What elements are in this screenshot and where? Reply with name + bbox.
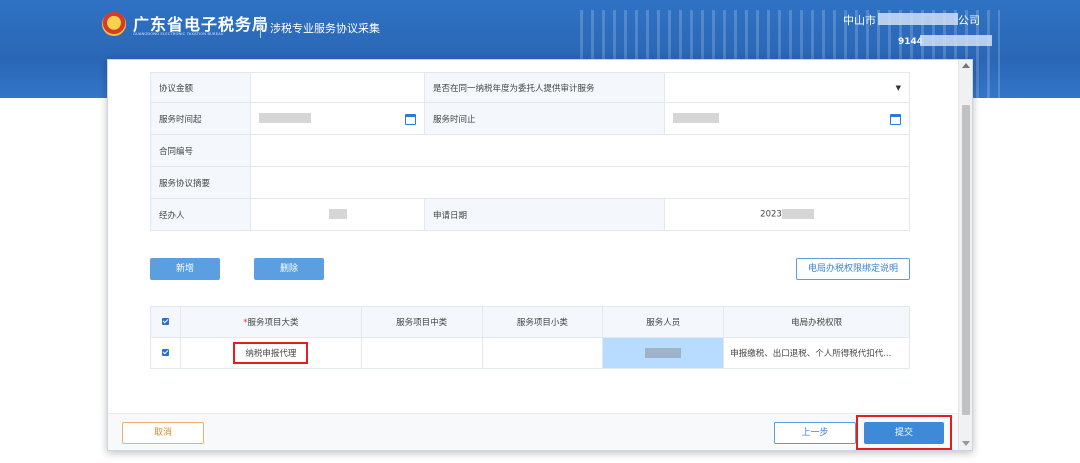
- audit-service-select[interactable]: ▼: [664, 72, 910, 103]
- amount-label: 协议金额: [150, 72, 251, 103]
- end-date-input[interactable]: [664, 102, 910, 135]
- brand-subtitle: GUANGDONG ELECTRONIC TAXATION BUREAU: [133, 32, 224, 36]
- dialog-footer: 取消 上一步 提交: [108, 413, 958, 450]
- apply-date-redaction: [781, 209, 814, 220]
- scroll-down-icon[interactable]: [962, 441, 970, 446]
- company-suffix: 公司: [958, 14, 980, 27]
- contract-no-label: 合同编号: [150, 134, 251, 167]
- add-button[interactable]: 新增: [150, 258, 220, 280]
- tax-id-redaction: [920, 35, 992, 46]
- contract-no-input[interactable]: [250, 134, 910, 167]
- scroll-up-icon[interactable]: [962, 63, 970, 68]
- middle-header: 服务项目中类: [360, 306, 483, 338]
- agreement-form: 协议金额 是否在同一纳税年度为委托人提供审计服务 ▼ 服务时间起 服务时间止 合…: [150, 72, 910, 231]
- handler-value: [250, 198, 425, 231]
- row-category-cell[interactable]: 纳税申报代理: [179, 337, 362, 369]
- company-prefix: 中山市: [843, 14, 876, 27]
- audit-service-label: 是否在同一纳税年度为委托人提供审计服务: [424, 72, 665, 103]
- handler-label: 经办人: [150, 198, 251, 231]
- row-permission-cell: 申报缴税、出口退税、个人所得税代扣代...: [723, 337, 910, 369]
- summary-input[interactable]: [250, 166, 910, 199]
- cancel-button[interactable]: 取消: [122, 422, 204, 444]
- tax-bureau-logo-icon: [102, 12, 126, 36]
- dialog-scrollbar[interactable]: [958, 60, 972, 450]
- permission-help-button[interactable]: 电局办税权限绑定说明: [796, 258, 910, 280]
- service-items-table: *服务项目大类 服务项目中类 服务项目小类 服务人员 电局办税权限 纳税申报代理…: [150, 306, 910, 369]
- calendar-icon[interactable]: [405, 113, 416, 125]
- row-middle-cell[interactable]: [360, 337, 483, 369]
- start-date-redaction: [259, 112, 311, 123]
- apply-date-label: 申请日期: [424, 198, 665, 231]
- checkbox-checked-icon[interactable]: [161, 349, 169, 356]
- apply-date-value: 2023: [664, 198, 910, 231]
- row-select-cell[interactable]: [150, 337, 181, 369]
- amount-input[interactable]: [250, 72, 425, 103]
- end-date-redaction: [673, 112, 719, 123]
- small-header: 服务项目小类: [481, 306, 604, 338]
- end-date-label: 服务时间止: [424, 102, 665, 135]
- previous-step-button[interactable]: 上一步: [774, 422, 856, 444]
- category-highlight[interactable]: 纳税申报代理: [233, 342, 309, 364]
- select-all-cell[interactable]: [150, 306, 181, 338]
- apply-date-year: 2023: [760, 209, 782, 220]
- caret-down-icon: ▼: [895, 83, 901, 92]
- start-date-input[interactable]: [250, 102, 425, 135]
- start-date-label: 服务时间起: [150, 102, 251, 135]
- delete-button[interactable]: 删除: [254, 258, 324, 280]
- agreement-dialog: 协议金额 是否在同一纳税年度为委托人提供审计服务 ▼ 服务时间起 服务时间止 合…: [107, 59, 973, 451]
- submit-highlight: 提交: [856, 415, 952, 450]
- header-divider: [260, 16, 261, 38]
- checkbox-checked-icon[interactable]: [161, 318, 169, 325]
- permission-header: 电局办税权限: [723, 306, 910, 338]
- table-header-row: *服务项目大类 服务项目中类 服务项目小类 服务人员 电局办税权限: [150, 306, 910, 338]
- handler-redaction: [328, 209, 347, 220]
- calendar-icon[interactable]: [890, 113, 901, 125]
- staff-header: 服务人员: [602, 306, 725, 338]
- scrollbar-thumb[interactable]: [962, 105, 970, 415]
- submit-button[interactable]: 提交: [864, 422, 944, 444]
- category-header-label: 服务项目大类: [247, 318, 299, 328]
- summary-label: 服务协议摘要: [150, 166, 251, 199]
- company-name-redaction: [878, 13, 958, 25]
- row-staff-cell[interactable]: [602, 337, 725, 369]
- table-row[interactable]: 纳税申报代理 申报缴税、出口退税、个人所得税代扣代...: [150, 337, 910, 369]
- staff-redaction: [645, 347, 682, 358]
- category-header: *服务项目大类: [179, 306, 362, 338]
- page-title: 涉税专业服务协议采集: [270, 22, 380, 35]
- row-small-cell[interactable]: [481, 337, 604, 369]
